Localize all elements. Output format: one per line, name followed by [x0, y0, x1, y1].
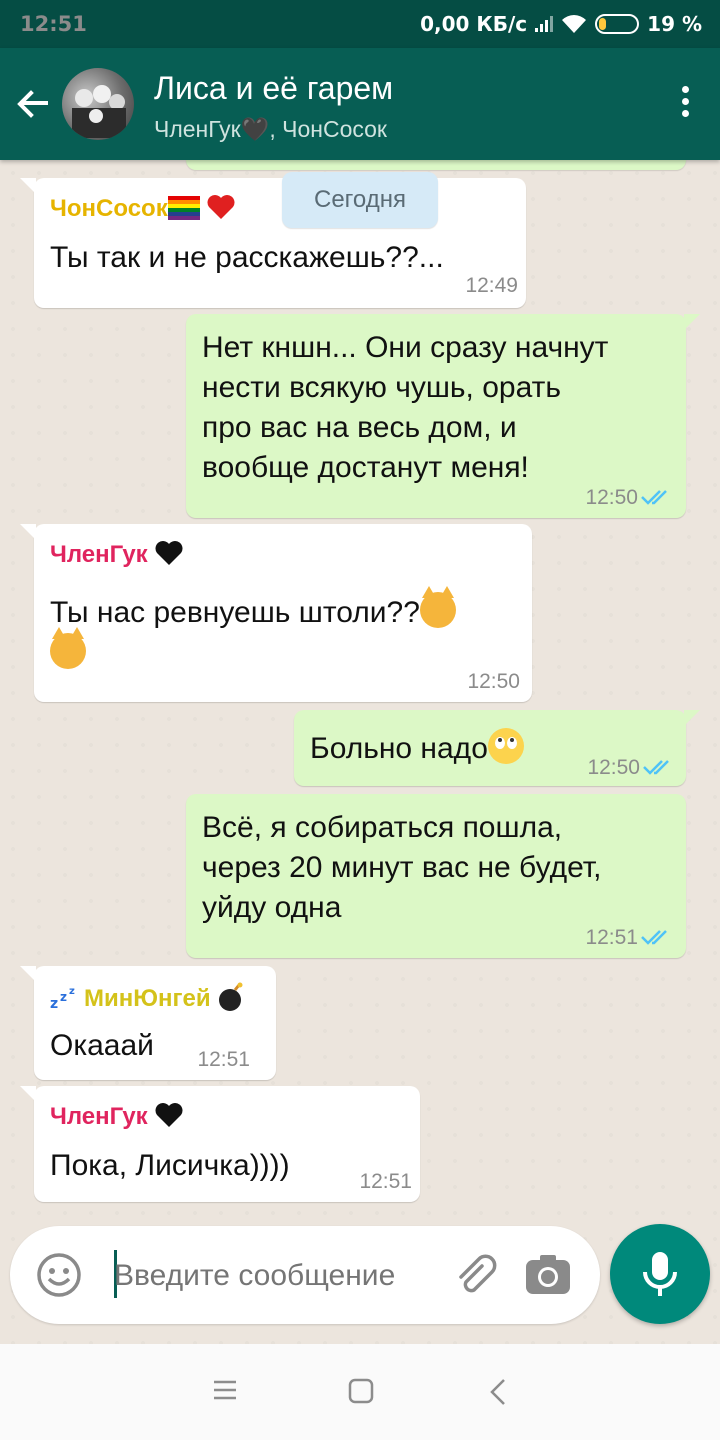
sender-name: ЧонСосок: [50, 195, 168, 222]
message-sender: ЧленГук: [50, 540, 184, 569]
message-bubble-outgoing[interactable]: Больно надо 12:50: [294, 710, 700, 786]
message-input[interactable]: [114, 1254, 454, 1298]
message-bubble-incoming[interactable]: z z z МинЮнгей Окааай 12:51: [20, 966, 276, 1080]
eye-roll-emoji: [487, 728, 524, 764]
nav-menu-icon[interactable]: [212, 1378, 238, 1402]
mic-button[interactable]: [610, 1224, 710, 1324]
battery-icon: [595, 14, 640, 34]
message-text-line: через 20 минут вас не будет,: [202, 851, 602, 884]
battery-percent: 19 %: [647, 12, 702, 36]
back-arrow-icon[interactable]: [12, 84, 52, 124]
mic-icon: [643, 1252, 677, 1296]
read-ticks-icon: [643, 760, 669, 775]
chat-members: ЧленГук🖤, ЧонСосок: [154, 116, 387, 142]
heart-eyes-cat-emoji: [419, 586, 456, 628]
network-speed: 0,00 КБ/с: [420, 12, 528, 36]
message-time: 12:51: [585, 926, 638, 949]
group-avatar[interactable]: [62, 68, 134, 140]
attach-icon[interactable]: [452, 1252, 500, 1300]
nav-back-icon[interactable]: [488, 1378, 508, 1406]
svg-text:z: z: [69, 986, 75, 997]
sender-name: ЧленГук: [50, 541, 148, 568]
sender-name: МинЮнгей: [84, 985, 211, 1012]
red-heart-icon: [207, 195, 235, 219]
chat-title[interactable]: Лиса и её гарем: [154, 70, 393, 107]
nav-home-icon[interactable]: [348, 1378, 374, 1404]
message-time: 12:49: [465, 274, 518, 297]
message-bubble-outgoing[interactable]: Всё, я собираться пошла, через 20 минут …: [186, 794, 686, 958]
message-bubble-incoming[interactable]: ЧленГук Ты нас ревнуешь штоли?? 12:50: [20, 524, 532, 702]
system-nav-bar: [0, 1344, 720, 1440]
read-ticks-icon: [641, 930, 667, 945]
status-indicators: 0,00 КБ/с 19 %: [420, 12, 702, 36]
message-text-line: нести всякую чушь, орать: [202, 371, 561, 404]
message-text: Больно надо: [310, 728, 524, 769]
read-ticks-icon: [641, 490, 667, 505]
svg-text:z: z: [50, 996, 58, 1010]
message-text-content: Ты нас ревнуешь штоли??: [50, 596, 420, 629]
message-text: Ты так и не расскажешь??...: [50, 241, 444, 274]
message-time: 12:50: [587, 756, 640, 779]
avatar-photo-icon: [72, 85, 126, 138]
message-text: Ты нас ревнуешь штоли??: [50, 586, 516, 674]
status-bar: 12:51 0,00 КБ/с 19 %: [0, 0, 720, 48]
message-sender: ЧонСосок: [50, 194, 236, 223]
message-text-line: Всё, я собираться пошла,: [202, 811, 563, 844]
rainbow-flag-icon: [167, 196, 200, 220]
joy-cat-emoji: [50, 627, 86, 669]
message-text-content: Больно надо: [310, 732, 488, 765]
black-heart-icon: [155, 541, 183, 565]
signal-icon: [535, 16, 554, 32]
svg-text:z: z: [60, 990, 67, 1004]
sender-name: ЧленГук: [50, 1103, 148, 1130]
message-time: 12:51: [197, 1048, 250, 1071]
message-bubble-incoming[interactable]: ЧонСосок Ты так и не расскажешь??... 12:…: [20, 178, 526, 308]
message-text-line: уйду одна: [202, 891, 342, 924]
emoji-icon[interactable]: [36, 1252, 82, 1298]
camera-icon[interactable]: [524, 1252, 572, 1298]
battery-fill: [599, 18, 607, 30]
message-sender: ЧленГук: [50, 1102, 184, 1131]
previous-message-bubble: [186, 160, 686, 170]
message-time: 12:50: [467, 670, 520, 693]
message-text-line: про вас на весь дом, и: [202, 411, 517, 444]
message-bubble-outgoing[interactable]: Нет кншн... Они сразу начнут нести всяку…: [186, 314, 700, 518]
message-sender: z z z МинЮнгей: [50, 982, 245, 1013]
message-text: Пока, Лисичка)))): [50, 1149, 290, 1182]
message-list[interactable]: ЧонСосок Ты так и не расскажешь??... 12:…: [0, 160, 720, 1344]
message-text-line: Нет кншн... Они сразу начнут: [202, 331, 609, 364]
message-time: 12:51: [359, 1170, 412, 1193]
message-bubble-incoming[interactable]: ЧленГук Пока, Лисичка)))) 12:51: [20, 1086, 420, 1202]
bomb-icon: [219, 982, 243, 1011]
zzz-icon: zzz: [50, 986, 75, 1012]
menu-dots-icon[interactable]: [680, 86, 690, 122]
status-time: 12:51: [20, 12, 87, 36]
black-heart-icon: [155, 1103, 183, 1127]
message-text: Окааай: [50, 1029, 154, 1062]
message-time: 12:50: [585, 486, 638, 509]
wifi-icon: [562, 15, 587, 33]
message-composer: [10, 1226, 600, 1324]
date-divider: Сегодня: [282, 172, 438, 228]
message-text-line: вообще достанут меня!: [202, 451, 529, 484]
chat-header: Лиса и её гарем ЧленГук🖤, ЧонСосок: [0, 48, 720, 160]
